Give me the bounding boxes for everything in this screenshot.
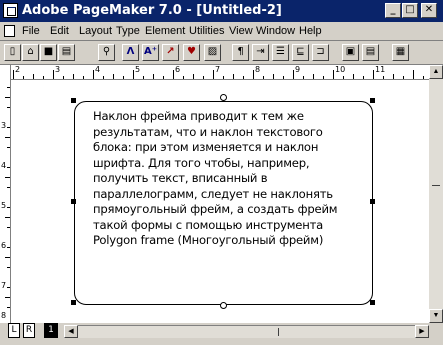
ruler-label: 9 [295, 65, 301, 74]
place-icon[interactable]: ▨ [204, 44, 221, 61]
menu-view[interactable]: View [229, 25, 253, 37]
minimize-button[interactable]: _ [385, 3, 401, 18]
bottom-bar: L R 1 ◀ ▶ [0, 323, 443, 345]
menu-bar: File Edit Layout Type Element Utilities … [0, 22, 443, 41]
vertical-scrollbar[interactable]: ▲ ▼ [429, 65, 443, 323]
left-master-page-tab[interactable]: L [8, 323, 20, 338]
page-1-tab[interactable]: 1 [44, 323, 58, 338]
title-bar[interactable]: Adobe PageMaker 7.0 - [Untitled-2] _ □ ✕ [0, 0, 443, 22]
paragraph-style-icon[interactable]: ♥ [183, 44, 200, 61]
scroll-right-button[interactable]: ▶ [415, 325, 429, 338]
ruler-label: 3 [1, 121, 7, 130]
paste-icon[interactable]: ▤ [362, 44, 379, 61]
windowshade-top[interactable] [220, 94, 227, 101]
spelling-icon[interactable]: Λ [122, 44, 139, 61]
ruler-label: 6 [175, 65, 181, 74]
scroll-up-button[interactable]: ▲ [429, 65, 443, 79]
menu-window[interactable]: Window [256, 25, 295, 37]
menu-utilities[interactable]: Utilities [189, 25, 224, 37]
open-icon[interactable]: ⌂ [22, 44, 39, 61]
window-title: Adobe PageMaker 7.0 - [Untitled-2] [22, 3, 282, 18]
ruler-label: 7 [1, 281, 7, 290]
ruler-label: 10 [335, 65, 346, 74]
align-icon[interactable]: ☰ [272, 44, 289, 61]
horizontal-ruler[interactable]: 2 3 4 5 6 7 8 9 10 11 [11, 65, 429, 80]
frame-icon[interactable]: ▦ [392, 44, 409, 61]
menu-file[interactable]: File [22, 25, 40, 37]
find-icon[interactable]: ⚲ [98, 44, 115, 61]
scroll-thumb[interactable] [278, 328, 279, 336]
ruler-label: 5 [135, 65, 141, 74]
menu-type[interactable]: Type [116, 25, 140, 37]
ruler-label: 7 [215, 65, 221, 74]
maximize-button[interactable]: □ [402, 3, 418, 18]
toolbar: ▯ ⌂ ■ ▤ ⚲ Λ A⁺ ↗ ♥ ▨ ¶ ⇥ ☰ ⊑ ⊐ ▣ ▤ ▦ [0, 41, 443, 65]
print-icon[interactable]: ▤ [58, 44, 75, 61]
menu-element[interactable]: Element [145, 25, 185, 37]
paragraph-icon[interactable]: ¶ [232, 44, 249, 61]
scroll-thumb[interactable] [432, 185, 440, 186]
scroll-left-button[interactable]: ◀ [64, 325, 78, 338]
tabs-icon[interactable]: ⊑ [292, 44, 309, 61]
indents-icon[interactable]: ⇥ [252, 44, 269, 61]
close-button[interactable]: ✕ [421, 3, 437, 18]
character-icon[interactable]: ↗ [162, 44, 179, 61]
frame-handle-bottom-left[interactable] [71, 300, 76, 305]
frame-handle-middle-left[interactable] [71, 199, 76, 204]
vertical-ruler[interactable]: 3 4 5 6 7 8 [0, 65, 11, 323]
ruler-label: 6 [1, 241, 7, 250]
pagemaker-app-icon[interactable] [3, 3, 18, 18]
ruler-label: 2 [15, 65, 21, 74]
frame-handle-top-right[interactable] [370, 98, 375, 103]
ruler-label: 3 [55, 65, 61, 74]
rotate-icon[interactable]: ⊐ [312, 44, 329, 61]
text-style-icon[interactable]: A⁺ [142, 44, 159, 61]
windowshade-bottom[interactable] [220, 302, 227, 309]
frame-text[interactable]: Наклон фрейма приводит к тем же результа… [93, 109, 363, 249]
frame-handle-top-left[interactable] [71, 98, 76, 103]
frame-handle-middle-right[interactable] [370, 199, 375, 204]
ruler-label: 5 [1, 201, 7, 210]
new-icon[interactable]: ▯ [4, 44, 21, 61]
ruler-label: 4 [1, 161, 7, 170]
text-frame[interactable]: Наклон фрейма приводит к тем же результа… [74, 101, 373, 305]
ruler-label: 8 [255, 65, 261, 74]
save-icon[interactable]: ■ [40, 44, 57, 61]
right-master-page-tab[interactable]: R [23, 323, 35, 338]
menu-edit[interactable]: Edit [50, 25, 69, 37]
pasteboard[interactable]: Наклон фрейма приводит к тем же результа… [11, 80, 429, 323]
copy-icon[interactable]: ▣ [342, 44, 359, 61]
scroll-down-button[interactable]: ▼ [429, 309, 443, 323]
ruler-label: 4 [95, 65, 101, 74]
document-icon[interactable] [4, 25, 15, 37]
menu-help[interactable]: Help [299, 25, 322, 37]
menu-layout[interactable]: Layout [79, 25, 112, 37]
frame-handle-bottom-right[interactable] [370, 300, 375, 305]
ruler-label: 11 [375, 65, 386, 74]
ruler-label: 8 [1, 311, 7, 320]
horizontal-scrollbar[interactable] [78, 325, 416, 338]
